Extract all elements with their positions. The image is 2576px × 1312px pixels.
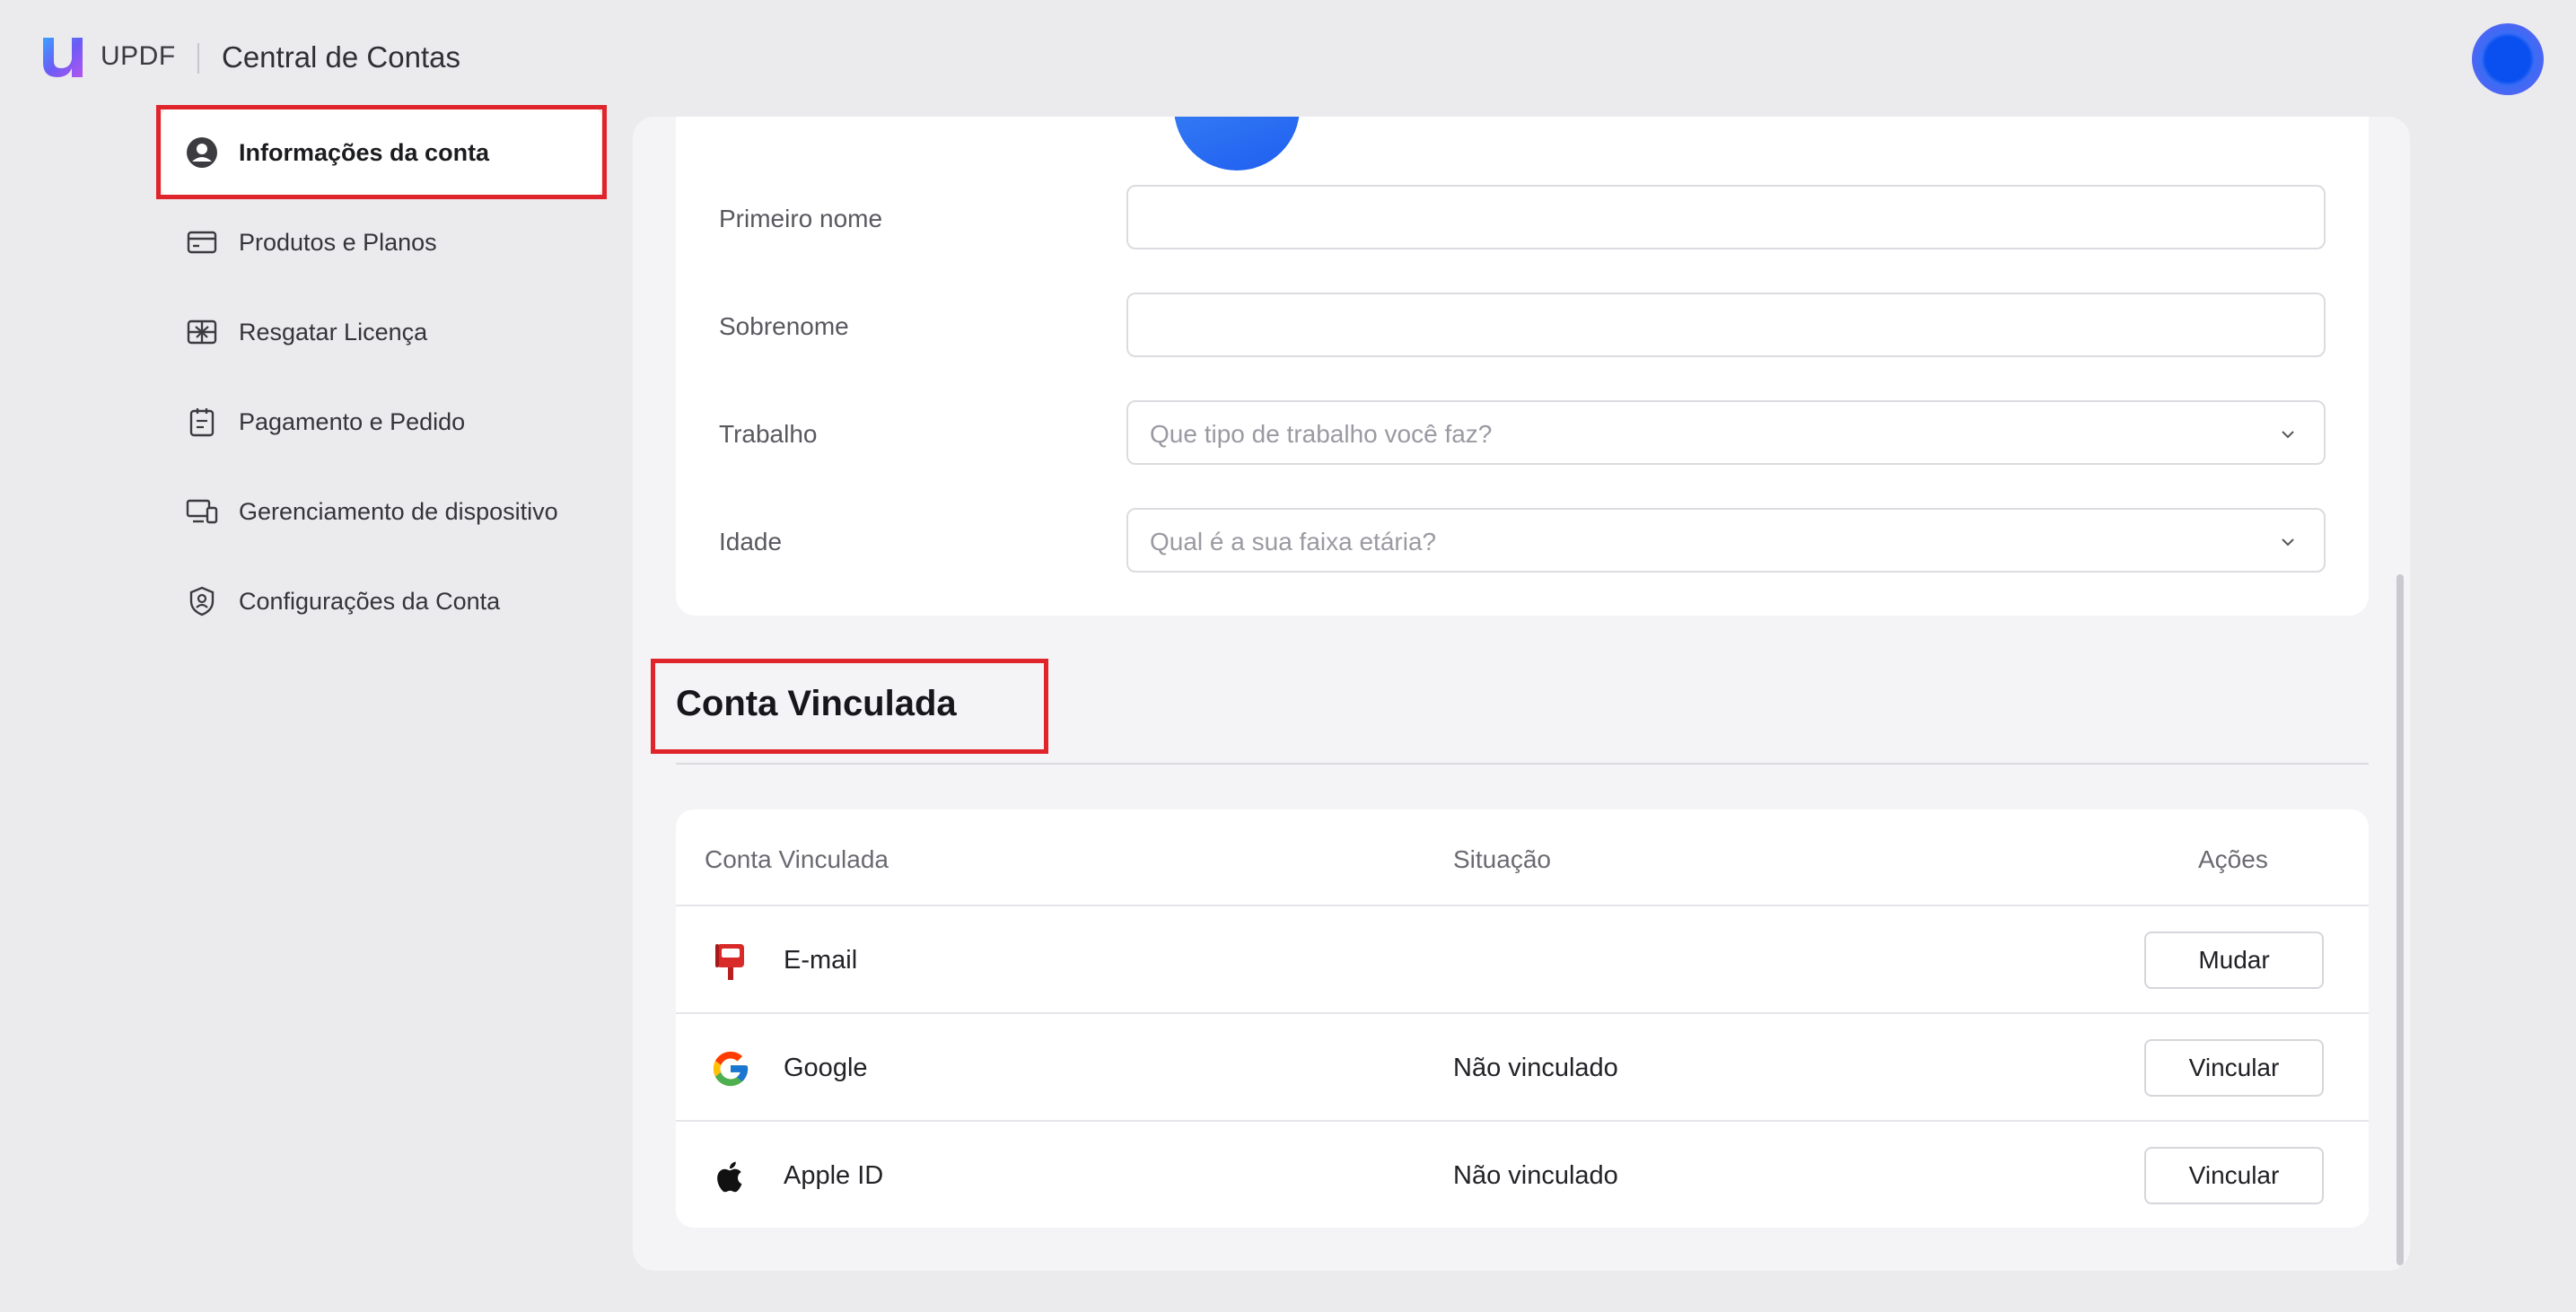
account-name: E-mail	[784, 946, 858, 975]
table-row: Apple ID Não vinculado Vincular	[676, 1120, 2369, 1228]
sidebar-item-label: Produtos e Planos	[239, 228, 437, 256]
sidebar-item-device-management[interactable]: Gerenciamento de dispositivo	[162, 467, 601, 556]
link-apple-button[interactable]: Vincular	[2144, 1147, 2324, 1204]
google-icon	[713, 1051, 749, 1087]
age-placeholder: Qual é a sua faixa etária?	[1150, 528, 1437, 555]
sidebar-item-account-settings[interactable]: Configurações da Conta	[162, 556, 601, 646]
chevron-down-icon	[2282, 431, 2294, 439]
shield-user-icon	[185, 584, 219, 618]
linked-accounts-table: Conta Vinculada Situação Ações E-mail Mu…	[676, 809, 2369, 1228]
scrollbar[interactable]	[2396, 574, 2404, 1265]
section-divider	[676, 763, 2369, 765]
devices-icon	[185, 494, 219, 529]
link-google-button[interactable]: Vincular	[2144, 1039, 2324, 1097]
account-name: Apple ID	[784, 1161, 884, 1190]
account-name: Google	[784, 1054, 868, 1082]
account-status: Não vinculado	[1453, 1161, 1618, 1190]
table-row: E-mail Mudar	[676, 905, 2369, 1012]
sidebar-item-label: Configurações da Conta	[239, 587, 501, 615]
table-row: Google Não vinculado Vincular	[676, 1012, 2369, 1120]
brand-name: UPDF	[101, 41, 176, 71]
change-email-button[interactable]: Mudar	[2144, 932, 2324, 989]
highlight-box-linked-account	[651, 659, 1048, 754]
job-row: Trabalho Que tipo de trabalho você faz?	[676, 400, 2369, 467]
sidebar-item-label: Pagamento e Pedido	[239, 407, 466, 435]
column-header-status: Situação	[1453, 845, 1551, 873]
last-name-input[interactable]	[1126, 293, 2326, 357]
age-select[interactable]: Qual é a sua faixa etária?	[1126, 508, 2326, 573]
sidebar-item-products-plans[interactable]: Produtos e Planos	[162, 197, 601, 287]
first-name-input[interactable]	[1126, 185, 2326, 249]
sidebar-item-label: Resgatar Licença	[239, 318, 428, 345]
mailbox-icon	[715, 944, 744, 980]
card-icon	[185, 225, 219, 259]
clipboard-icon	[185, 405, 219, 439]
account-status: Não vinculado	[1453, 1054, 1618, 1082]
apple-icon	[717, 1161, 742, 1193]
gift-icon	[185, 315, 219, 349]
profile-picture[interactable]	[1174, 117, 1300, 171]
user-avatar[interactable]	[2472, 23, 2544, 95]
first-name-row: Primeiro nome	[676, 185, 2369, 251]
sidebar-item-label: Gerenciamento de dispositivo	[239, 497, 558, 525]
page-title: Central de Contas	[222, 40, 460, 74]
chevron-down-icon	[2282, 538, 2294, 547]
highlight-box-account-info	[156, 105, 607, 199]
header-divider	[197, 43, 199, 74]
last-name-label: Sobrenome	[719, 312, 849, 340]
last-name-row: Sobrenome	[676, 293, 2369, 359]
updf-logo-icon	[43, 38, 83, 77]
first-name-label: Primeiro nome	[719, 205, 883, 232]
job-placeholder: Que tipo de trabalho você faz?	[1150, 420, 1493, 448]
job-select[interactable]: Que tipo de trabalho você faz?	[1126, 400, 2326, 465]
column-header-actions: Ações	[2198, 845, 2268, 873]
age-row: Idade Qual é a sua faixa etária?	[676, 508, 2369, 574]
sidebar-item-payment-orders[interactable]: Pagamento e Pedido	[162, 377, 601, 467]
job-label: Trabalho	[719, 420, 818, 448]
column-header-account: Conta Vinculada	[705, 845, 889, 873]
age-label: Idade	[719, 528, 783, 555]
profile-form-card: Primeiro nome Sobrenome Trabalho Que tip…	[676, 117, 2369, 616]
sidebar-item-redeem-license[interactable]: Resgatar Licença	[162, 287, 601, 377]
